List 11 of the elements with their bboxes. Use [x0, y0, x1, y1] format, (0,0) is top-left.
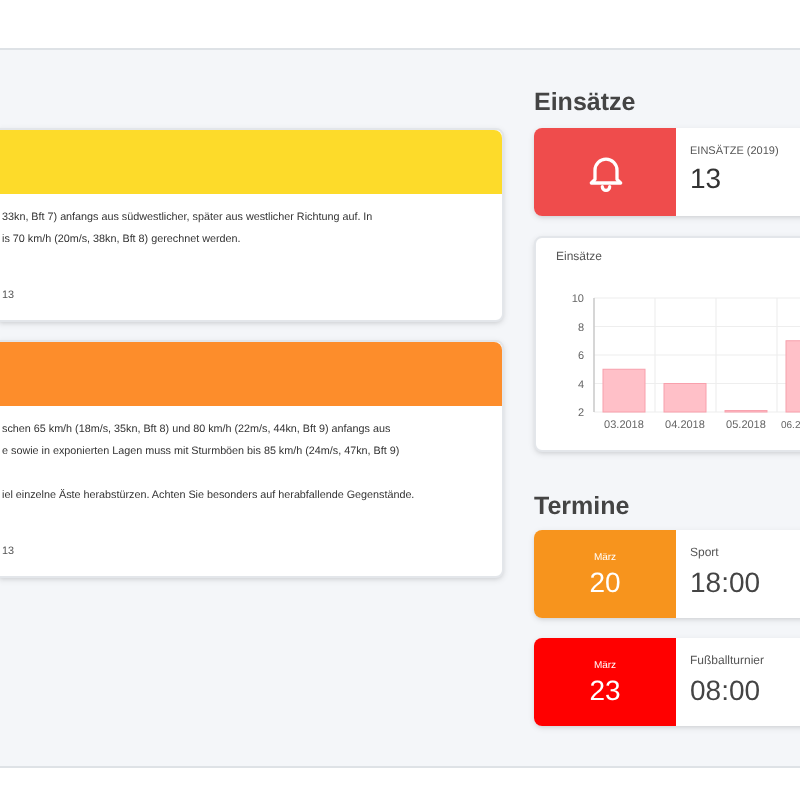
info-value: 13: [690, 160, 724, 197]
section-heading: Termine: [534, 492, 632, 520]
y-axis: [593, 297, 595, 413]
event-time: 08:00: [690, 672, 763, 708]
bar: [602, 368, 646, 413]
bar: [663, 383, 707, 413]
event-time: 18:00: [690, 564, 761, 600]
section-heading: Einsätze: [534, 88, 638, 116]
event-day: 23: [589, 673, 621, 705]
event-day: 20: [589, 565, 621, 597]
bar: [785, 340, 800, 413]
